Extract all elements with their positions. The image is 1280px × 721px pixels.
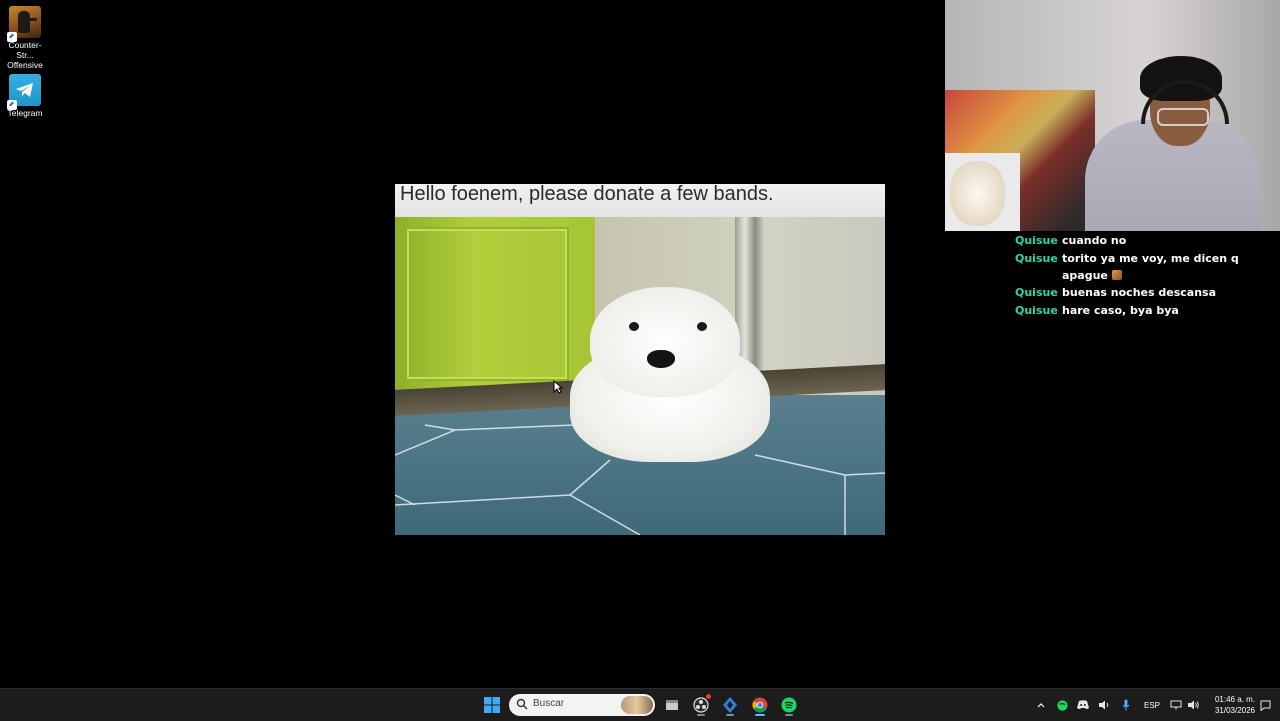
mouse-cursor-icon bbox=[553, 380, 563, 394]
clock[interactable]: 01:46 a. m. 31/03/2026 bbox=[1205, 694, 1255, 716]
obs-icon bbox=[693, 697, 709, 713]
diamond-app-icon bbox=[723, 697, 737, 713]
chat-username: Quisue bbox=[1015, 286, 1058, 299]
show-hidden-icons-button[interactable] bbox=[1034, 689, 1048, 721]
volume-icon bbox=[1188, 700, 1199, 710]
discord-icon bbox=[1077, 700, 1089, 709]
chat-message: Quisue cuando no bbox=[1015, 232, 1265, 250]
clock-time: 01:46 a. m. bbox=[1214, 695, 1255, 704]
windows-logo-icon bbox=[484, 697, 500, 713]
tray-discord[interactable] bbox=[1076, 689, 1090, 721]
cat-overlay bbox=[945, 153, 1020, 231]
taskbar-app-spotify[interactable] bbox=[777, 693, 801, 717]
desktop-icon-label: Counter-Str... Offensive bbox=[7, 40, 43, 70]
desktop-icon-counter-strike[interactable]: Counter-Str... Offensive bbox=[0, 2, 50, 70]
tray-volume[interactable] bbox=[1186, 689, 1200, 721]
chrome-icon bbox=[752, 697, 768, 713]
shortcut-arrow-icon bbox=[7, 100, 17, 110]
notification-icon bbox=[1260, 700, 1270, 711]
counter-strike-icon bbox=[7, 6, 41, 42]
shortcut-arrow-icon bbox=[7, 32, 17, 42]
chat-text: hare caso, bya bya bbox=[1062, 304, 1179, 317]
chat-username: Quisue bbox=[1015, 234, 1058, 247]
chat-text: buenas noches descansa bbox=[1062, 286, 1216, 299]
network-icon bbox=[1170, 700, 1182, 710]
chat-username: Quisue bbox=[1015, 304, 1058, 317]
spotify-icon bbox=[781, 697, 797, 713]
chat-message: Quisue hare caso, bya bya bbox=[1015, 302, 1265, 320]
language-indicator[interactable]: ESP bbox=[1140, 689, 1164, 721]
tray-network[interactable] bbox=[1169, 689, 1183, 721]
file-explorer-icon bbox=[666, 700, 678, 710]
telegram-icon bbox=[7, 74, 41, 110]
meme-caption: Hello foenem, please donate a few bands. bbox=[395, 184, 885, 217]
search-box[interactable]: Buscar bbox=[509, 694, 655, 716]
dog-head bbox=[590, 287, 740, 397]
dog-eye bbox=[629, 322, 639, 331]
notifications-button[interactable] bbox=[1258, 689, 1272, 721]
chat-username: Quisue bbox=[1015, 252, 1058, 265]
speaker-icon bbox=[1099, 700, 1109, 710]
search-highlight-image bbox=[621, 696, 653, 714]
taskbar-app-streamlabs[interactable] bbox=[718, 693, 742, 717]
tray-microphone[interactable] bbox=[1119, 689, 1133, 721]
task-view-button[interactable] bbox=[660, 693, 684, 717]
chat-text: torito ya me voy, me dicen q apague bbox=[1062, 252, 1239, 282]
desktop-icon-telegram[interactable]: Telegram bbox=[0, 70, 50, 118]
search-placeholder: Buscar bbox=[533, 698, 565, 709]
microphone-icon bbox=[1122, 699, 1130, 711]
tray-spotify[interactable] bbox=[1055, 689, 1069, 721]
search-icon bbox=[516, 698, 528, 710]
meme-image: Hello foenem, please donate a few bands. bbox=[395, 184, 885, 535]
clock-date: 31/03/2026 bbox=[1214, 706, 1255, 715]
chat-message: Quisue torito ya me voy, me dicen q apag… bbox=[1015, 250, 1265, 284]
tray-audio-device[interactable] bbox=[1097, 689, 1111, 721]
dog-eye bbox=[697, 322, 707, 331]
spotify-tray-icon bbox=[1056, 699, 1068, 711]
notification-dot bbox=[706, 694, 711, 699]
taskbar: Buscar ESP 01:46 a. m. 31/03/2026 bbox=[0, 688, 1280, 721]
chat-message: Quisue buenas noches descansa bbox=[1015, 284, 1265, 302]
dog-nose bbox=[647, 350, 675, 368]
start-button[interactable] bbox=[480, 693, 504, 717]
taskbar-app-obs[interactable] bbox=[689, 693, 713, 717]
taskbar-app-chrome[interactable] bbox=[748, 693, 772, 717]
chat-overlay: Quisue cuando no Quisue torito ya me voy… bbox=[1015, 232, 1265, 320]
emote-icon bbox=[1111, 270, 1122, 280]
chevron-up-icon bbox=[1037, 703, 1045, 708]
chat-text: cuando no bbox=[1062, 234, 1127, 247]
dog-photo bbox=[395, 217, 885, 535]
webcam-feed bbox=[945, 0, 1280, 231]
